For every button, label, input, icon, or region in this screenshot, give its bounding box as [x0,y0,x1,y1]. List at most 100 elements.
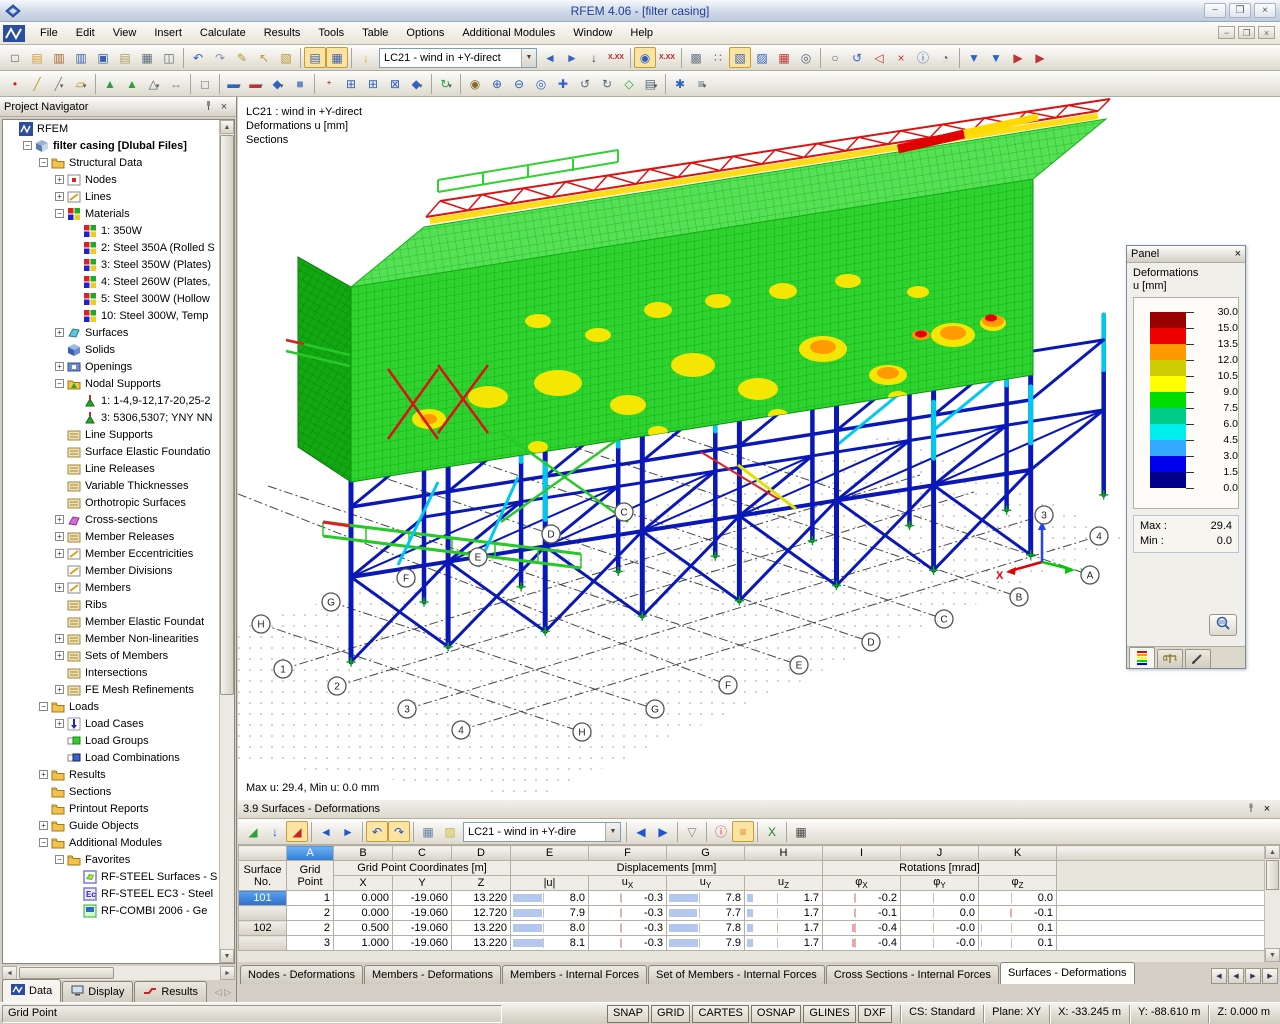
value-cell[interactable]: -0.3 [588,890,667,907]
expand-icon[interactable]: + [55,583,64,592]
value-cell[interactable]: -0.4 [822,935,901,952]
table-grid-view-button[interactable]: ▦ [417,821,439,842]
results-tab-surfaces-deformations[interactable]: Surfaces - Deformations [999,962,1135,984]
table-chart-button[interactable]: ◢ [242,821,264,842]
expand-icon[interactable]: + [55,192,64,201]
menu-edit[interactable]: Edit [67,24,104,42]
tab-scroll-prev-icon[interactable]: ◀ [1228,968,1244,984]
tree-item-surfaces[interactable]: + Surfaces [3,324,234,341]
tree-item-ribs[interactable]: Ribs [3,596,234,613]
tree-item-filter-casing-dlubal-files[interactable]: − filter casing [Dlubal Files] [3,137,234,154]
tree-item-members[interactable]: + Members [3,579,234,596]
table-lc-next-button[interactable]: ▶ [652,821,674,842]
tree-item-additional-modules[interactable]: − Additional Modules [3,834,234,851]
tree-item-load-cases[interactable]: + Load Cases [3,715,234,732]
tree-item-lines[interactable]: + Lines [3,188,234,205]
value-cell[interactable]: -0.3 [588,920,667,937]
copy-button[interactable]: ▤ [114,47,136,68]
collapse-icon[interactable]: − [39,158,48,167]
project-2-button[interactable]: ▶ [1029,47,1051,68]
result-values-button[interactable]: X.XX [656,47,678,68]
status-toggle-glines[interactable]: GLINES [803,1004,856,1023]
render-mesh-button[interactable]: ▦ [773,47,795,68]
line-support-button[interactable]: ▲ [121,73,143,94]
zoom-window-button[interactable]: ⊕ [486,73,508,94]
tree-item-1-1-4-9-12-17-20-25-2[interactable]: 1: 1-4,9-12,17-20,25-2 [3,392,234,409]
zoom-out-button[interactable]: ⊖ [508,73,530,94]
tree-item-5-steel-300w-hollow[interactable]: 5: Steel 300W (Hollow [3,290,234,307]
tree-item-rf-steel-surfaces-s[interactable]: RF-STEEL Surfaces - S [3,868,234,885]
table-export-down-button[interactable]: ↓ [264,821,286,842]
show-results-button[interactable]: ◉ [634,47,656,68]
collapse-icon[interactable]: − [55,209,64,218]
panel-close-icon[interactable]: × [1235,248,1241,260]
view-direction-button[interactable]: ▤▾ [640,73,662,94]
surface-row-header[interactable]: 102 [238,920,287,937]
value-cell[interactable]: 7.8 [666,920,745,937]
redo-button[interactable]: ↷ [209,47,231,68]
open-button[interactable]: ▤ [26,47,48,68]
collapse-icon[interactable]: − [55,379,64,388]
coordinate-cell[interactable]: 12.720 [451,905,511,922]
column-header-J[interactable]: J [900,845,979,861]
load-case-selector[interactable]: LC21 - wind in +Y-direct ▼ [379,47,537,68]
collapse-icon[interactable]: − [23,141,32,150]
line-type-button[interactable]: ╱▾ [48,73,70,94]
tree-item-4-steel-260w-plates[interactable]: 4: Steel 260W (Plates, [3,273,234,290]
table-result-view-button[interactable]: ◢ [286,821,308,842]
tree-item-3-5306-5307-yny-nn[interactable]: 3: 5306,5307; YNY NN [3,409,234,426]
coordinate-cell[interactable]: -19.060 [392,935,452,952]
status-toggle-dxf[interactable]: DXF [857,1004,892,1023]
results-tab-set-of-members-internal-forces[interactable]: Set of Members - Internal Forces [648,965,825,984]
display-properties-button[interactable]: ≡▾ [691,73,713,94]
coordinate-cell[interactable]: 0.000 [333,890,393,907]
new-button[interactable]: □ [4,47,26,68]
new-load-case-button[interactable]: ↓ [355,47,377,68]
print-button[interactable]: ▦ [136,47,158,68]
value-cell[interactable]: -0.3 [588,935,667,952]
scroll-up-icon[interactable]: ▲ [220,120,234,134]
grid-point-cell[interactable]: 2 [286,905,334,922]
render-solid-button[interactable]: ▧ [729,47,751,68]
table-scroll-up-icon[interactable]: ▲ [1265,845,1280,859]
panel-tab-filter[interactable] [1185,649,1211,668]
render-transparent-button[interactable]: ▨ [751,47,773,68]
tree-item-openings[interactable]: + Openings [3,358,234,375]
column-header-A[interactable]: A [286,845,334,861]
tree-item-load-groups[interactable]: Load Groups [3,732,234,749]
tab-scroll-last-icon[interactable]: ▶ [1262,968,1278,984]
nodal-support-button[interactable]: ▲ [99,73,121,94]
navigator-tab-display[interactable]: Display [62,981,134,1002]
chevron-down-icon[interactable]: ▼ [521,48,536,67]
edit-pick-button[interactable]: ✎ [231,47,253,68]
column-header-C[interactable]: C [392,845,452,861]
menu-additional-modules[interactable]: Additional Modules [453,24,564,42]
value-cell[interactable]: 8.0 [510,890,589,907]
structure-model[interactable]: X Y CDEFGH1234ABCDEFGH34 [238,97,1280,800]
coordinate-cell[interactable]: 13.220 [451,920,511,937]
menu-results[interactable]: Results [255,24,310,42]
tree-item-nodes[interactable]: + Nodes [3,171,234,188]
tree-item-rf-steel-ec3-steel[interactable]: Ec RF-STEEL EC3 - Steel [3,885,234,902]
tree-item-favorites[interactable]: − Favorites [3,851,234,868]
tree-item-member-divisions[interactable]: Member Divisions [3,562,234,579]
menu-table[interactable]: Table [353,24,397,42]
coordinate-cell[interactable]: -19.060 [392,890,452,907]
table-prev-button[interactable]: ◄ [315,821,337,842]
select-window-button[interactable]: ◻ [194,73,216,94]
axes-toggle-button[interactable]: ✱ [669,73,691,94]
expand-icon[interactable]: + [39,821,48,830]
polyline-button[interactable]: ▱▾ [70,73,92,94]
coordinate-cell[interactable]: -19.060 [392,920,452,937]
menu-options[interactable]: Options [397,24,453,42]
menu-file[interactable]: File [31,24,67,42]
navigator-tab-results[interactable]: Results [134,981,208,1002]
close-button[interactable]: × [1254,3,1276,18]
navigator-close-icon[interactable]: × [216,101,232,113]
expand-icon[interactable]: + [55,175,64,184]
zoom-all-button[interactable]: ◎ [530,73,552,94]
tree-item-10-steel-300w-temp[interactable]: 10: Steel 300W, Temp [3,307,234,324]
table-lc-prev-button[interactable]: ◀ [630,821,652,842]
tree-item-loads[interactable]: − Loads [3,698,234,715]
status-toggle-osnap[interactable]: OSNAP [750,1004,802,1023]
